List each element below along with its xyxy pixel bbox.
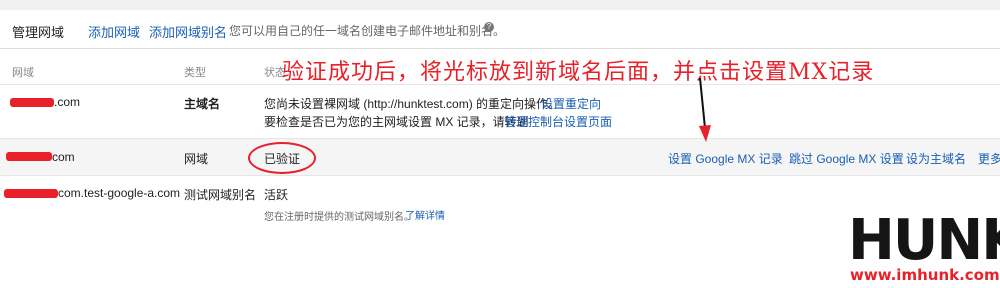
page-title: 管理网域 xyxy=(12,25,65,40)
domain-name: com xyxy=(52,150,75,164)
annotation-text: 验证成功后，将光标放到新域名后面，并点击设置MX记录 xyxy=(282,60,875,85)
hunk-watermark-logo: HUNK www.imhunk.com xyxy=(846,208,1000,286)
add-domain-link[interactable]: 添加网域 xyxy=(88,22,140,41)
table-row: .com 主域名 您尚未设置裸网域 (http://hunktest.com) … xyxy=(0,85,1000,139)
column-type: 类型 xyxy=(184,67,206,79)
watermark-url: www.imhunk.com xyxy=(850,266,1000,284)
make-primary-link[interactable]: 设为主域名 xyxy=(906,150,966,167)
set-redirect-link[interactable]: 设置重定向 xyxy=(541,95,601,112)
watermark-brand: HUNK xyxy=(848,208,1000,273)
add-domain-alias-link[interactable]: 添加网域别名 xyxy=(149,22,227,41)
more-link[interactable]: 更多 xyxy=(978,150,1000,167)
header-description: 您可以用自己的任一域名创建电子邮件地址和别名。 xyxy=(229,24,506,38)
set-google-mx-records-link[interactable]: 设置 Google MX 记录 xyxy=(668,150,783,167)
help-icon[interactable]: ? xyxy=(484,22,494,32)
domain-type: 网域 xyxy=(184,152,209,166)
domains-header: 管理网域 添加网域 添加网域别名 您可以用自己的任一域名创建电子邮件地址和别名。… xyxy=(0,10,1000,49)
verified-highlight-circle xyxy=(248,142,316,174)
column-domain: 网域 xyxy=(12,67,34,79)
admin-console-settings-link[interactable]: 管理控制台设置页面 xyxy=(504,113,612,130)
redacted-domain-mark xyxy=(6,152,52,161)
top-strip xyxy=(0,0,1000,10)
mx-check-text: 要检查是否已为您的主网域设置 MX 记录，请转到 xyxy=(264,115,529,129)
domain-type: 主域名 xyxy=(184,97,221,111)
domain-name: .com xyxy=(54,95,81,109)
redacted-domain-mark xyxy=(4,189,58,198)
skip-google-mx-setup-link[interactable]: 跳过 Google MX 设置 xyxy=(789,150,904,167)
learn-more-link[interactable]: 了解详情 xyxy=(405,207,445,222)
redacted-domain-mark xyxy=(10,98,54,107)
domain-type: 测试网域别名 xyxy=(184,188,257,202)
domain-name: com.test-google-a.com xyxy=(58,186,181,200)
active-status: 活跃 xyxy=(264,188,289,202)
redirect-status-text: 您尚未设置裸网域 (http://hunktest.com) 的重定向操作。 xyxy=(264,97,561,111)
table-row: com 网域 已验证 设置 Google MX 记录 跳过 Google MX … xyxy=(0,139,1000,176)
annotation-arrow-icon xyxy=(699,77,711,142)
alias-note: 您在注册时提供的测试网域别名。 xyxy=(264,212,414,223)
